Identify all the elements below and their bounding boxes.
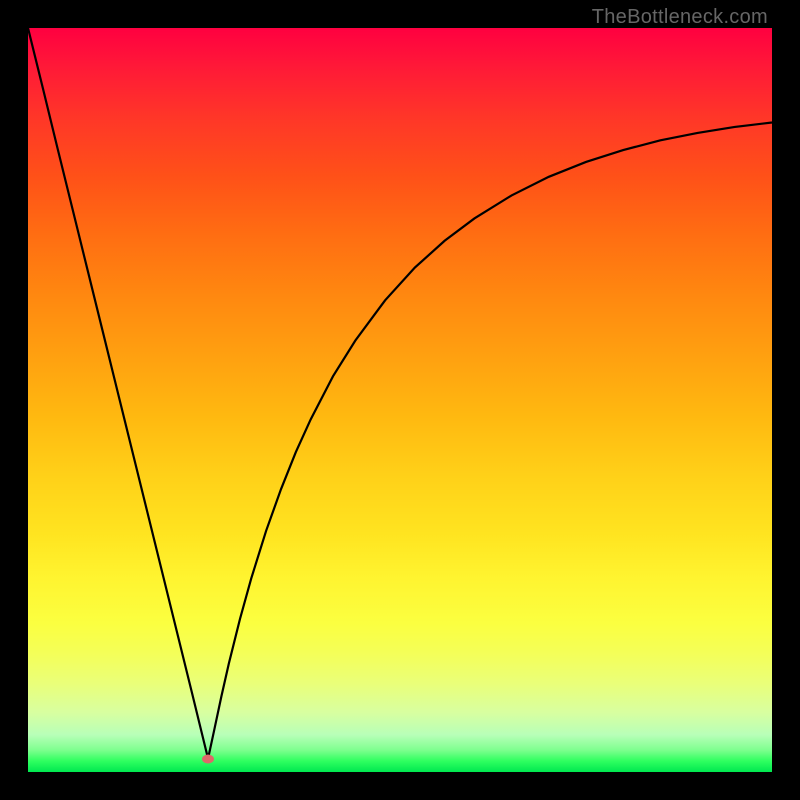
attribution-label: TheBottleneck.com: [592, 6, 768, 29]
bottleneck-marker: [202, 754, 214, 763]
chart-gradient-background: [28, 28, 772, 772]
